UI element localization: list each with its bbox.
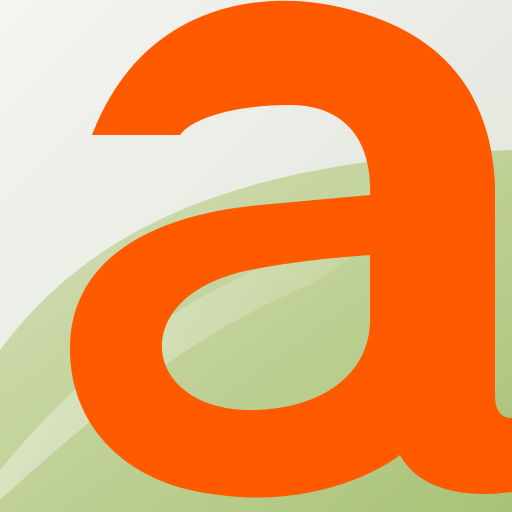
letter-a-app-icon (0, 0, 512, 512)
app-icon (0, 0, 512, 512)
letter-a-glyph (69, 0, 512, 498)
